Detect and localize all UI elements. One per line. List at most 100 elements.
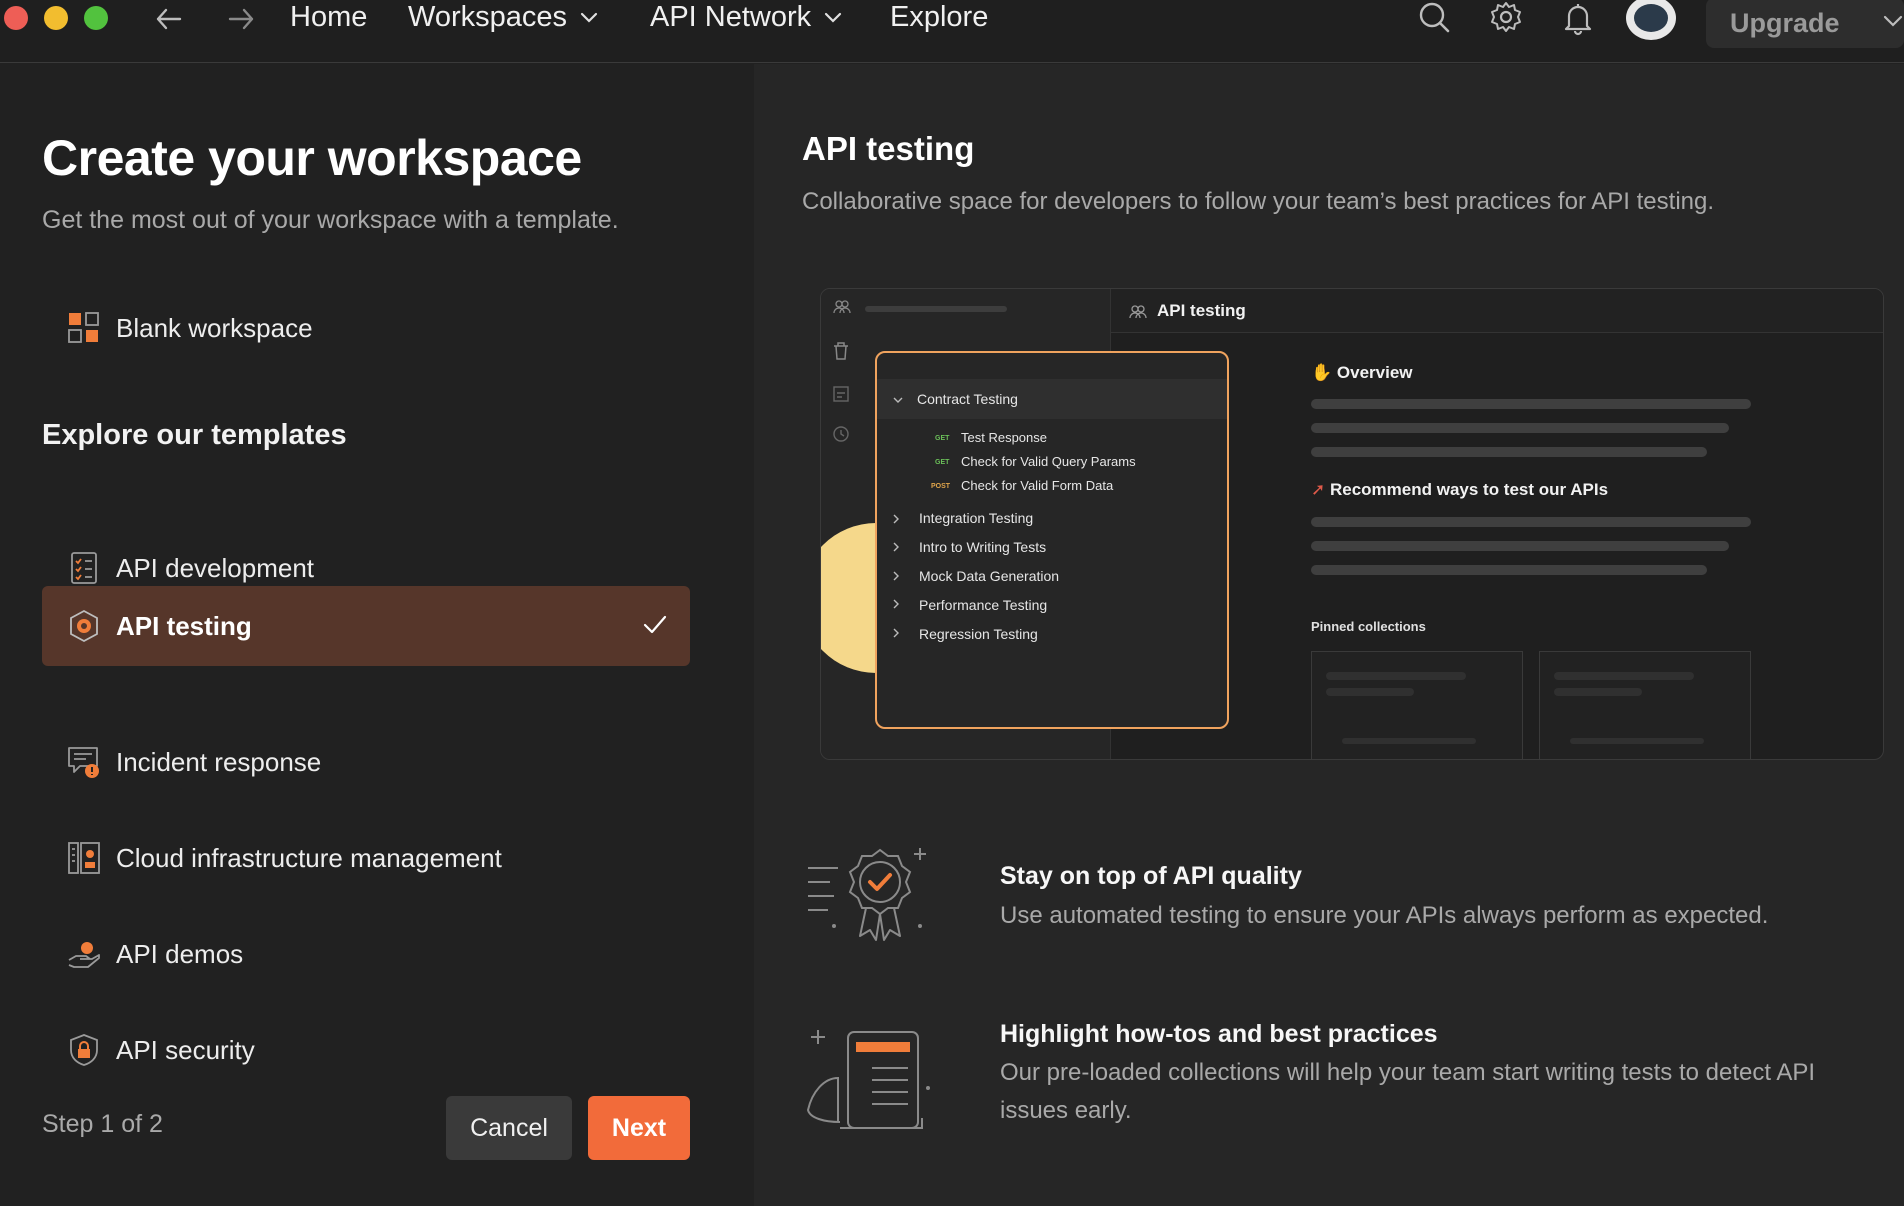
tree-folder-label: Performance Testing: [919, 597, 1048, 613]
nav-explore[interactable]: Explore: [890, 0, 988, 34]
search-icon[interactable]: [1416, 0, 1452, 36]
window-close-button[interactable]: [4, 6, 28, 30]
history-icon: [833, 426, 849, 442]
tree-request-label: Check for Valid Form Data: [961, 478, 1114, 493]
tree-folder-label: Regression Testing: [919, 626, 1038, 642]
trash-icon: [834, 342, 848, 360]
box-icon: [833, 386, 849, 402]
next-label: Next: [611, 1113, 667, 1142]
feature-description: Use automated testing to ensure your API…: [1000, 902, 1769, 929]
template-incident-response[interactable]: Incident response: [42, 722, 690, 802]
back-arrow-icon[interactable]: [152, 2, 186, 36]
team-icon: [833, 300, 851, 314]
upgrade-button[interactable]: Upgrade: [1706, 0, 1904, 48]
forward-arrow-icon[interactable]: [224, 2, 258, 36]
preview-placeholder-line: [1311, 399, 1751, 409]
tree-folder-label: Contract Testing: [917, 391, 1018, 407]
nav-workspaces[interactable]: Workspaces: [408, 0, 599, 34]
template-title: API testing: [802, 130, 975, 167]
grid-icon: [68, 312, 99, 343]
chevron-right-icon: [893, 571, 899, 581]
quality-badge-icon: [808, 848, 926, 941]
blank-workspace-option[interactable]: Blank workspace: [42, 296, 690, 360]
preview-placeholder-line: [1326, 672, 1466, 680]
feature-title: Highlight how-tos and best practices: [1000, 1020, 1438, 1048]
template-preview: API testing ✋ Overview ➚ Recommend ways …: [820, 288, 1884, 760]
chevron-right-icon: [893, 514, 899, 524]
preview-overview-heading: ✋ Overview: [1311, 363, 1413, 383]
nav-home-label: Home: [290, 0, 368, 33]
template-label: API development: [116, 552, 315, 583]
tree-request-label: Test Response: [961, 430, 1047, 445]
window-minimize-button[interactable]: [44, 6, 68, 30]
checkmark-icon: [643, 615, 667, 634]
rocket-icon: ➚: [1311, 480, 1326, 499]
preview-placeholder-line: [1311, 541, 1729, 551]
chevron-down-icon: [1883, 15, 1903, 27]
preview-placeholder-line: [1311, 517, 1751, 527]
chevron-right-icon: [893, 542, 899, 552]
wave-icon: ✋: [1311, 363, 1333, 382]
template-api-security[interactable]: API security: [42, 1010, 690, 1090]
preview-pinned-card: [1311, 651, 1523, 759]
template-api-demos[interactable]: API demos: [42, 914, 690, 994]
gear-icon[interactable]: [1488, 0, 1524, 36]
preview-recommend-heading: ➚ Recommend ways to test our APIs: [1311, 480, 1608, 500]
nav-api-network[interactable]: API Network: [650, 0, 843, 34]
nav-api-network-label: API Network: [650, 0, 812, 33]
method-badge: GET: [935, 435, 950, 442]
preview-tab-label: API testing: [1157, 301, 1246, 320]
preview-placeholder-line: [1342, 738, 1476, 744]
tree-folder-label: Mock Data Generation: [919, 568, 1060, 584]
cancel-button[interactable]: Cancel: [446, 1096, 572, 1160]
preview-placeholder-line: [1570, 738, 1704, 744]
templates-heading: Explore our templates: [42, 419, 347, 451]
nav-home[interactable]: Home: [290, 0, 367, 34]
server-rack-icon: [68, 842, 100, 874]
bell-icon[interactable]: [1560, 0, 1596, 36]
checklist-icon: [71, 552, 97, 584]
template-description: Collaborative space for developers to fo…: [802, 188, 1715, 215]
preview-placeholder-line: [1326, 688, 1414, 696]
tree-folder-label: Intro to Writing Tests: [919, 539, 1047, 555]
template-detail-panel: API testing Collaborative space for deve…: [754, 64, 1904, 1206]
nav-workspaces-label: Workspaces: [408, 0, 568, 33]
shield-lock-icon: [70, 1034, 98, 1066]
method-badge: POST: [931, 483, 951, 490]
avatar-image: [1634, 4, 1668, 32]
cancel-label: Cancel: [470, 1113, 548, 1142]
window-zoom-button[interactable]: [84, 6, 108, 30]
step-indicator: Step 1 of 2: [42, 1110, 163, 1138]
next-button[interactable]: Next: [588, 1096, 690, 1160]
method-badge: GET: [935, 459, 950, 466]
nav-explore-label: Explore: [890, 0, 989, 33]
feature-description: Our pre-loaded collections will help you…: [1000, 1059, 1816, 1124]
page-subtitle: Get the most out of your workspace with …: [42, 206, 619, 234]
template-label: Cloud infrastructure management: [116, 842, 502, 873]
team-icon: [1129, 305, 1147, 319]
preview-pinned-heading: Pinned collections: [1311, 619, 1426, 634]
preview-placeholder-line: [1311, 565, 1707, 575]
tree-request-label: Check for Valid Query Params: [961, 454, 1136, 469]
hand-present-icon: [68, 942, 100, 968]
template-cloud-infrastructure[interactable]: Cloud infrastructure management: [42, 818, 690, 898]
preview-placeholder-line: [1311, 423, 1729, 433]
chevron-down-icon: [893, 397, 903, 403]
chevron-right-icon: [893, 628, 899, 638]
recommend-label: Recommend ways to test our APIs: [1329, 480, 1609, 499]
template-label: API security: [116, 1034, 255, 1065]
chevron-down-icon: [825, 12, 842, 23]
blank-workspace-label: Blank workspace: [116, 312, 313, 343]
chevron-right-icon: [893, 599, 899, 609]
avatar[interactable]: [1626, 0, 1676, 40]
template-label: Incident response: [116, 746, 322, 777]
gear-badge-icon: [70, 609, 98, 643]
template-label: API demos: [116, 938, 244, 969]
preview-pinned-card: [1539, 651, 1751, 759]
template-label: API testing: [116, 610, 252, 641]
preview-placeholder-line: [1554, 688, 1642, 696]
title-bar: Home Workspaces API Network Explore Upgr…: [0, 0, 1904, 63]
chevron-down-icon: [580, 12, 598, 23]
template-api-testing[interactable]: API testing: [42, 586, 690, 666]
upgrade-label: Upgrade: [1730, 7, 1840, 38]
